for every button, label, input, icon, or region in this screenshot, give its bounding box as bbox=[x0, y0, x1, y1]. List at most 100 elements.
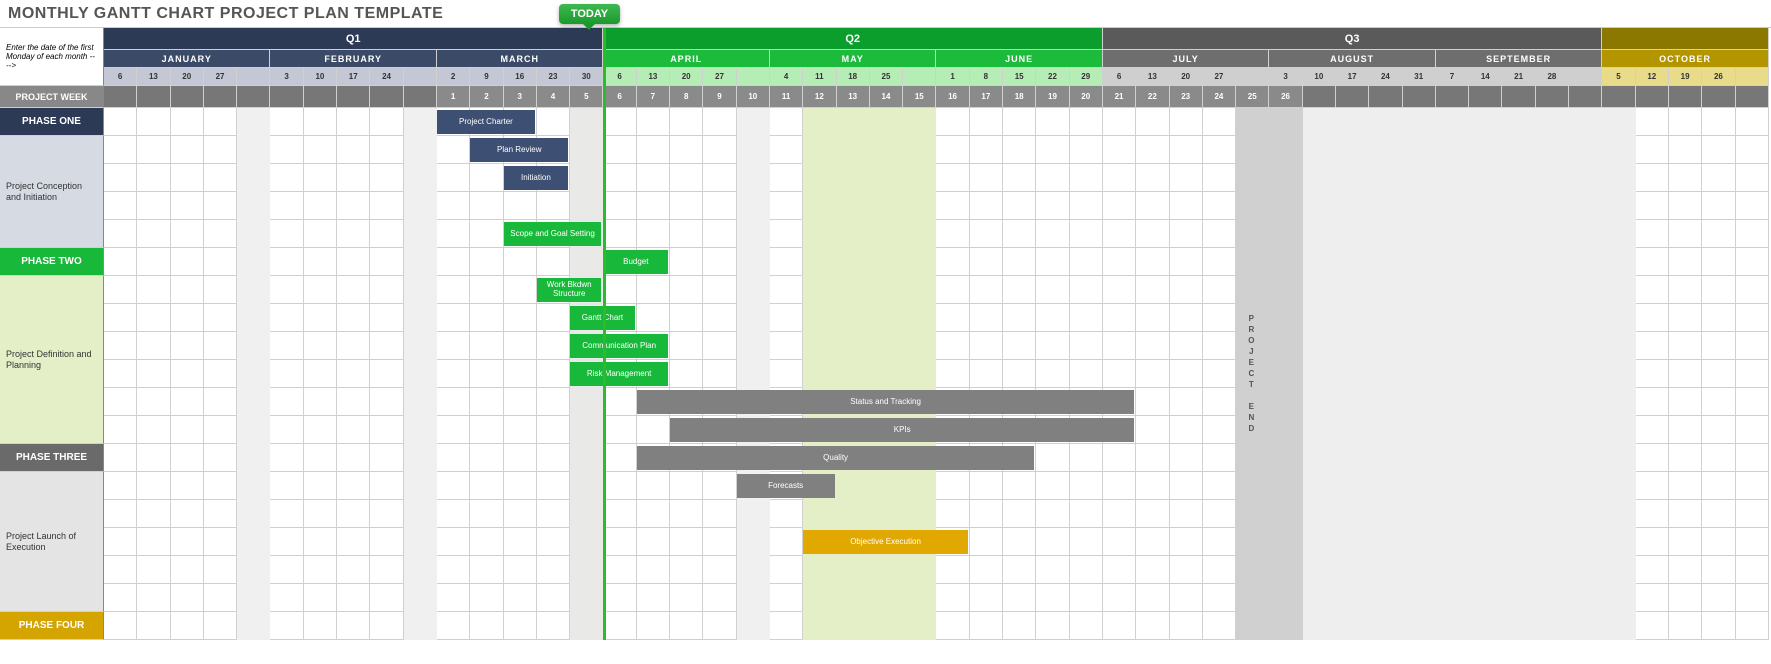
chart-cell bbox=[703, 276, 736, 304]
chart-cell bbox=[304, 332, 337, 360]
chart-cell bbox=[637, 472, 670, 500]
chart-cell bbox=[1203, 304, 1236, 332]
chart-cell bbox=[270, 248, 303, 276]
chart-cell bbox=[304, 304, 337, 332]
chart-cell bbox=[1669, 164, 1702, 192]
day-header bbox=[237, 68, 270, 86]
gantt-bar[interactable]: Status and Tracking bbox=[637, 390, 1135, 414]
day-header: 25 bbox=[870, 68, 903, 86]
day-header: 6 bbox=[104, 68, 137, 86]
gantt-bar[interactable]: Communication Plan bbox=[570, 334, 668, 358]
gantt-bar[interactable]: Scope and Goal Setting bbox=[504, 222, 602, 246]
chart-cell bbox=[1170, 304, 1203, 332]
chart-cell bbox=[1669, 276, 1702, 304]
chart-cell bbox=[1136, 444, 1169, 472]
quarter-header: Q3 bbox=[1103, 28, 1602, 50]
chart-cell bbox=[370, 192, 403, 220]
chart-cell bbox=[504, 472, 537, 500]
chart-cell bbox=[1636, 360, 1669, 388]
chart-cell bbox=[1736, 192, 1769, 220]
chart-cell bbox=[1070, 304, 1103, 332]
chart-cell bbox=[104, 304, 137, 332]
project-week-cell: 20 bbox=[1070, 86, 1103, 108]
gantt-bar[interactable]: Quality bbox=[637, 446, 1035, 470]
day-header: 22 bbox=[1036, 68, 1069, 86]
chart-cell bbox=[1669, 612, 1702, 640]
chart-cell bbox=[1003, 360, 1036, 388]
chart-cell bbox=[1136, 388, 1169, 416]
chart-cell bbox=[104, 248, 137, 276]
chart-cell bbox=[1036, 444, 1069, 472]
chart-cell bbox=[1203, 192, 1236, 220]
gantt-bar[interactable]: Objective Execution bbox=[803, 530, 968, 554]
gantt-bar[interactable]: Work Bkdwn Structure bbox=[537, 278, 602, 302]
chart-cell bbox=[1103, 248, 1136, 276]
chart-cell bbox=[1070, 136, 1103, 164]
chart-cell bbox=[171, 528, 204, 556]
chart-cell bbox=[1669, 556, 1702, 584]
chart-cell bbox=[1136, 500, 1169, 528]
chart-cell bbox=[1003, 164, 1036, 192]
month-header: JULY bbox=[1103, 50, 1269, 68]
chart-cell bbox=[370, 556, 403, 584]
chart-cell bbox=[104, 136, 137, 164]
chart-cell bbox=[1669, 360, 1702, 388]
chart-cell bbox=[370, 500, 403, 528]
chart-cell bbox=[537, 612, 570, 640]
chart-cell bbox=[670, 276, 703, 304]
chart-cell bbox=[1170, 192, 1203, 220]
day-header: 28 bbox=[1536, 68, 1569, 86]
chart-cell bbox=[1203, 416, 1236, 444]
chart-cell bbox=[437, 444, 470, 472]
chart-cell bbox=[1736, 500, 1769, 528]
chart-cell bbox=[1203, 248, 1236, 276]
chart-cell bbox=[1003, 248, 1036, 276]
chart-cell bbox=[770, 108, 803, 136]
chart-cell bbox=[137, 500, 170, 528]
gantt-bar[interactable]: Forecasts bbox=[737, 474, 835, 498]
gantt-bar[interactable]: Risk Management bbox=[570, 362, 668, 386]
chart-cell bbox=[137, 556, 170, 584]
day-header: 21 bbox=[1502, 68, 1535, 86]
chart-cell bbox=[171, 388, 204, 416]
today-line bbox=[603, 28, 606, 640]
chart-cell bbox=[603, 192, 636, 220]
chart-cell bbox=[1136, 192, 1169, 220]
chart-cell bbox=[603, 220, 636, 248]
chart-cell bbox=[1136, 556, 1169, 584]
gantt-bar[interactable]: Project Charter bbox=[437, 110, 535, 134]
chart-cell bbox=[1070, 248, 1103, 276]
chart-cell bbox=[171, 248, 204, 276]
chart-cell bbox=[171, 108, 204, 136]
chart-cell bbox=[1669, 220, 1702, 248]
phase-label: PHASE FOUR bbox=[0, 612, 104, 640]
chart-cell bbox=[1702, 416, 1735, 444]
chart-cell bbox=[1036, 612, 1069, 640]
chart-cell bbox=[1103, 612, 1136, 640]
chart-cell bbox=[1103, 500, 1136, 528]
chart-cell bbox=[1136, 304, 1169, 332]
chart-cell bbox=[304, 136, 337, 164]
gantt-bar[interactable]: Initiation bbox=[504, 166, 569, 190]
chart-cell bbox=[270, 276, 303, 304]
chart-cell bbox=[1203, 584, 1236, 612]
chart-cell bbox=[1103, 332, 1136, 360]
chart-cell bbox=[337, 276, 370, 304]
project-week-cell bbox=[1369, 86, 1402, 108]
chart-cell bbox=[270, 136, 303, 164]
gantt-bar[interactable]: Plan Review bbox=[470, 138, 568, 162]
chart-cell bbox=[104, 192, 137, 220]
chart-cell bbox=[1003, 192, 1036, 220]
chart-cell bbox=[1702, 612, 1735, 640]
gantt-bar[interactable]: KPIs bbox=[670, 418, 1134, 442]
chart-cell bbox=[370, 276, 403, 304]
chart-cell bbox=[204, 136, 237, 164]
chart-cell bbox=[1636, 136, 1669, 164]
chart-cell bbox=[470, 472, 503, 500]
chart-cell bbox=[1136, 108, 1169, 136]
gantt-bar[interactable]: Budget bbox=[604, 250, 669, 274]
project-week-cell bbox=[204, 86, 237, 108]
project-week-cell: 9 bbox=[703, 86, 736, 108]
chart-cell bbox=[504, 528, 537, 556]
day-header: 30 bbox=[570, 68, 603, 86]
